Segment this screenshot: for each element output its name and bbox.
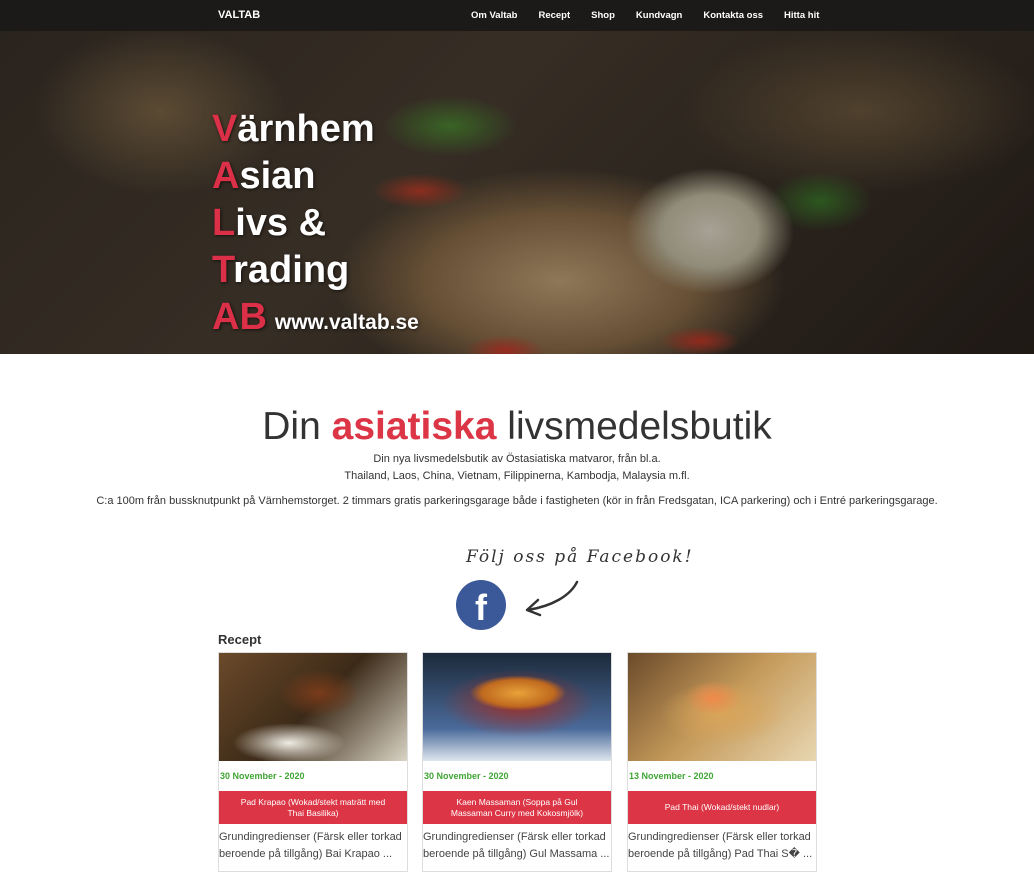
- intro-line-3: C:a 100m från bussknutpunkt på Värnhemst…: [96, 495, 938, 507]
- nav-om-valtab[interactable]: Om Valtab: [471, 10, 517, 21]
- recipe-card-pad-thai[interactable]: 13 November - 2020 Pad Thai (Wokad/stekt…: [627, 652, 817, 872]
- hero-website: www.valtab.se: [274, 311, 419, 334]
- hero-line: AB www.valtab.se: [212, 296, 419, 338]
- recipe-image: [628, 653, 816, 761]
- hero-overlay: [0, 31, 1034, 354]
- recipe-date: 30 November - 2020: [220, 771, 305, 781]
- nav-recept[interactable]: Recept: [538, 10, 570, 21]
- hero-title: Värnhem Asian Livs & Trading AB www.valta…: [212, 106, 419, 346]
- recipe-description: Grundingredienser (Färsk eller torkad be…: [628, 831, 813, 860]
- hero-line: Livs &: [212, 202, 327, 244]
- recipe-card-kaen-massaman[interactable]: 30 November - 2020 Kaen Massaman (Soppa …: [422, 652, 612, 872]
- recipe-description: Grundingredienser (Färsk eller torkad be…: [219, 831, 402, 860]
- intro-line-2: Thailand, Laos, China, Vietnam, Filippin…: [344, 470, 690, 482]
- nav-kundvagn[interactable]: Kundvagn: [636, 10, 682, 21]
- hero-line: Trading: [212, 249, 350, 291]
- nav-hitta-hit[interactable]: Hitta hit: [784, 10, 819, 21]
- hero-banner: Värnhem Asian Livs & Trading AB www.valta…: [0, 31, 1034, 354]
- recipe-image: [219, 653, 407, 761]
- hero-line: Asian: [212, 155, 316, 197]
- recipe-date: 30 November - 2020: [424, 771, 509, 781]
- intro-line-1: Din nya livsmedelsbutik av Östasiatiska …: [373, 453, 661, 465]
- recipes-title: Recept: [218, 632, 262, 647]
- facebook-follow-text: Följ oss på Facebook!: [466, 547, 694, 567]
- nav-kontakta-oss[interactable]: Kontakta oss: [703, 10, 763, 21]
- hero-line: Värnhem: [212, 108, 375, 150]
- recipe-name[interactable]: Pad Thai (Wokad/stekt nudlar): [628, 791, 816, 824]
- recipe-card-pad-krapao[interactable]: 30 November - 2020 Pad Krapao (Wokad/ste…: [218, 652, 408, 872]
- page-headline: Din asiatiska livsmedelsbutik: [262, 405, 772, 448]
- nav-shop[interactable]: Shop: [591, 10, 615, 21]
- top-navbar: VALTAB Om Valtab Recept Shop Kundvagn Ko…: [0, 0, 1034, 31]
- recipe-name[interactable]: Pad Krapao (Wokad/stekt maträtt med Thai…: [219, 791, 407, 824]
- facebook-icon[interactable]: f: [456, 580, 506, 630]
- recipe-description: Grundingredienser (Färsk eller torkad be…: [423, 831, 610, 860]
- arrow-icon: [525, 580, 579, 617]
- nav-links: Om Valtab Recept Shop Kundvagn Kontakta …: [471, 10, 840, 21]
- recipe-image: [423, 653, 611, 761]
- recipe-name[interactable]: Kaen Massaman (Soppa på Gul Massaman Cur…: [423, 791, 611, 824]
- brand-logo[interactable]: VALTAB: [218, 9, 260, 21]
- recipe-date: 13 November - 2020: [629, 771, 714, 781]
